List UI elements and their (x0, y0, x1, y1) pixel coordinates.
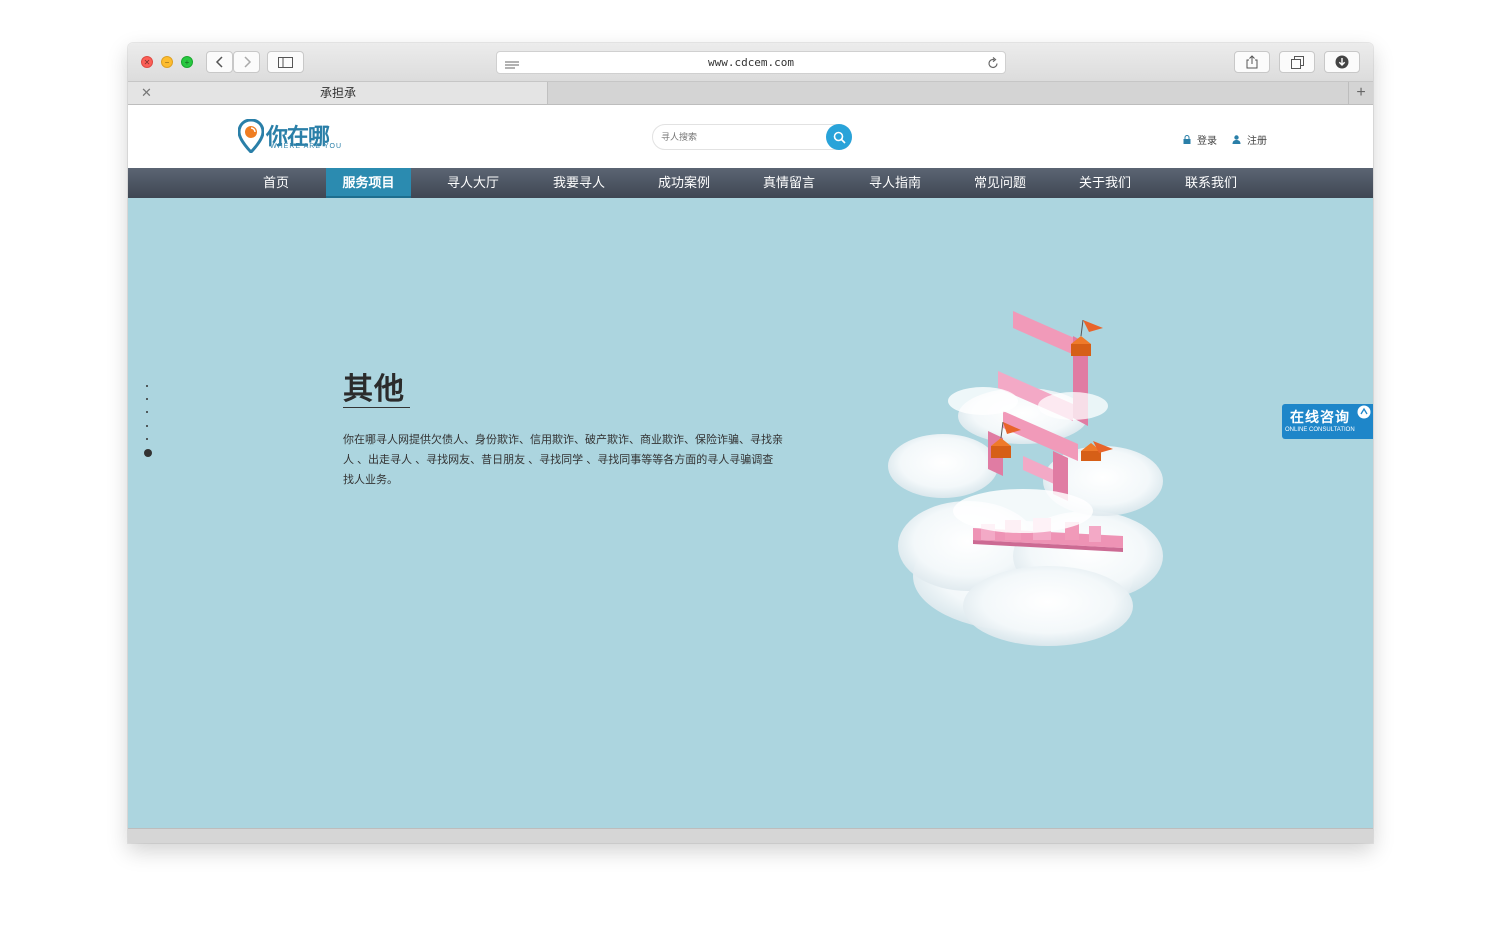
share-icon (1246, 55, 1258, 69)
slide-dot[interactable] (146, 425, 148, 427)
url-text: www.cdcem.com (707, 56, 795, 69)
section-title: 其他 (343, 373, 405, 406)
tab-bar: ✕ 承担承 + (128, 82, 1373, 105)
back-button[interactable] (206, 51, 233, 73)
chevron-right-icon (243, 56, 251, 68)
nav-item-post[interactable]: 我要寻人 (543, 168, 615, 198)
browser-window: ✕ − + www.cdcem.com ✕ 承担承 + 你在哪 WHERE AR… (128, 43, 1373, 843)
chevron-left-icon (215, 56, 223, 68)
zoom-window-button[interactable]: + (181, 56, 193, 68)
nav-item-contact[interactable]: 联系我们 (1175, 168, 1247, 198)
close-tab-icon[interactable]: ✕ (141, 82, 152, 104)
nav-item-cases[interactable]: 成功案例 (648, 168, 720, 198)
slide-dot[interactable] (146, 411, 148, 413)
tab-current[interactable]: ✕ 承担承 (128, 82, 548, 104)
address-bar[interactable]: www.cdcem.com (496, 51, 1006, 74)
reload-icon[interactable] (987, 56, 999, 77)
nav-item-home[interactable]: 首页 (240, 168, 312, 198)
tab-title: 承担承 (320, 86, 357, 100)
slide-dot[interactable] (146, 398, 148, 400)
nav-item-guide[interactable]: 寻人指南 (859, 168, 931, 198)
login-link[interactable]: 登录 (1183, 132, 1217, 147)
search-button[interactable] (826, 124, 852, 150)
section-description: 你在哪寻人网提供欠债人、身份欺诈、信用欺诈、破产欺诈、商业欺诈、保险诈骗、寻找亲… (343, 434, 783, 486)
register-link[interactable]: 注册 (1232, 132, 1267, 147)
chat-icon (1357, 405, 1371, 419)
online-consultation-button[interactable]: 在线咨询 ONLINE CONSULTATION (1282, 404, 1373, 439)
slide-dot-active[interactable] (144, 449, 152, 457)
nav-item-about[interactable]: 关于我们 (1069, 168, 1141, 198)
title-underline (343, 407, 410, 408)
nav-item-faq[interactable]: 常见问题 (964, 168, 1036, 198)
main-nav: 首页 服务项目 寻人大厅 我要寻人 成功案例 真情留言 寻人指南 常见问题 关于… (128, 168, 1373, 198)
lock-icon (1183, 135, 1191, 144)
download-icon (1335, 55, 1349, 69)
reader-icon[interactable] (505, 57, 519, 78)
site-header: 你在哪 WHERE ARE YOU 登录 注册 (128, 105, 1373, 168)
login-label: 登录 (1197, 136, 1217, 147)
user-icon (1232, 135, 1241, 144)
downloads-button[interactable] (1324, 51, 1360, 73)
tabs-overview-button[interactable] (1279, 51, 1315, 73)
consult-label-en: ONLINE CONSULTATION (1285, 427, 1355, 433)
new-tab-button[interactable]: + (1348, 82, 1373, 104)
minimize-window-button[interactable]: − (161, 56, 173, 68)
tabs-icon (1290, 55, 1304, 69)
consult-label: 在线咨询 (1290, 409, 1350, 425)
search-input[interactable] (661, 130, 821, 144)
location-pin-icon (238, 119, 264, 153)
site-logo[interactable]: 你在哪 WHERE ARE YOU (238, 119, 348, 155)
forward-button[interactable] (233, 51, 260, 73)
logo-tagline: WHERE ARE YOU (270, 143, 342, 150)
slide-dot[interactable] (146, 438, 148, 440)
slide-dot[interactable] (146, 385, 148, 387)
isometric-cloud-illustration (888, 311, 1163, 646)
hero-section: 其他 你在哪寻人网提供欠债人、身份欺诈、信用欺诈、破产欺诈、商业欺诈、保险诈骗、… (128, 198, 1373, 828)
page-bottom-strip (128, 828, 1373, 843)
share-button[interactable] (1234, 51, 1270, 73)
search-icon (833, 131, 846, 144)
nav-item-hall[interactable]: 寻人大厅 (437, 168, 509, 198)
nav-item-messages[interactable]: 真情留言 (753, 168, 825, 198)
search-box (652, 124, 852, 150)
close-window-button[interactable]: ✕ (141, 56, 153, 68)
nav-item-services[interactable]: 服务项目 (326, 168, 411, 198)
browser-toolbar: ✕ − + www.cdcem.com (128, 43, 1373, 82)
register-label: 注册 (1247, 136, 1267, 147)
sidebar-button[interactable] (267, 51, 304, 73)
sidebar-icon (278, 56, 293, 68)
